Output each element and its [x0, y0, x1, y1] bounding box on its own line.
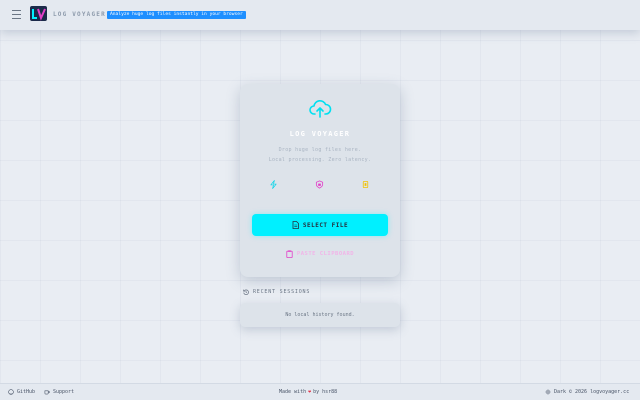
- support-label: Support: [53, 389, 75, 395]
- heart-icon: ❤: [308, 389, 312, 395]
- recent-sessions-heading: RECENT SESSIONS: [243, 289, 310, 295]
- coffee-icon: [44, 390, 50, 395]
- theme-toggle-button[interactable]: Dark: [545, 389, 566, 395]
- cloud-upload-icon: [309, 100, 332, 118]
- cpu-icon: [362, 180, 369, 189]
- support-link[interactable]: Support: [44, 389, 74, 395]
- github-label: GitHub: [17, 389, 36, 395]
- file-icon: [292, 221, 299, 229]
- hamburger-menu-icon[interactable]: [12, 10, 21, 19]
- theme-toggle-label: Dark: [554, 389, 567, 395]
- log-voyager-logo[interactable]: [30, 6, 47, 21]
- card-title: LOG VOYAGER: [289, 130, 351, 138]
- made-with-prefix: Made with: [279, 389, 307, 395]
- made-with-suffix: by hsr88: [313, 389, 338, 395]
- select-file-button[interactable]: SELECT FILE: [252, 214, 388, 236]
- card-description-line1: Drop huge log files here.: [278, 147, 362, 153]
- tagline-badge: Analyze huge log files instantly in your…: [107, 11, 246, 19]
- recent-sessions-label: RECENT SESSIONS: [253, 289, 311, 295]
- select-file-label: SELECT FILE: [302, 221, 349, 229]
- paste-clipboard-label: PASTE CLIPBOARD: [296, 251, 355, 257]
- history-icon: [243, 289, 249, 295]
- lightning-icon: [270, 180, 277, 189]
- history-list: No local history found.: [240, 303, 400, 327]
- paste-clipboard-button[interactable]: PASTE CLIPBOARD: [280, 247, 360, 261]
- app-brand-name: LOG VOYAGER: [53, 11, 106, 18]
- upload-card[interactable]: LOG VOYAGER Drop huge log files here. Lo…: [240, 84, 400, 277]
- made-with-credit: Made with ❤ by hsr88: [279, 389, 337, 395]
- app-footer: GitHub Support Made with ❤ by hsr88 Dark…: [0, 383, 640, 400]
- empty-history-message: No local history found.: [285, 312, 355, 318]
- clipboard-icon: [286, 250, 293, 258]
- sun-icon: [545, 389, 551, 395]
- shield-icon: [315, 180, 324, 189]
- card-description-line2: Local processing. Zero latency.: [268, 157, 372, 163]
- github-icon: [8, 389, 14, 395]
- github-link[interactable]: GitHub: [8, 389, 35, 395]
- app-header: LOG VOYAGER Analyze huge log files insta…: [0, 0, 640, 30]
- copyright-text: © 2026 logvoyager.cc: [569, 389, 630, 395]
